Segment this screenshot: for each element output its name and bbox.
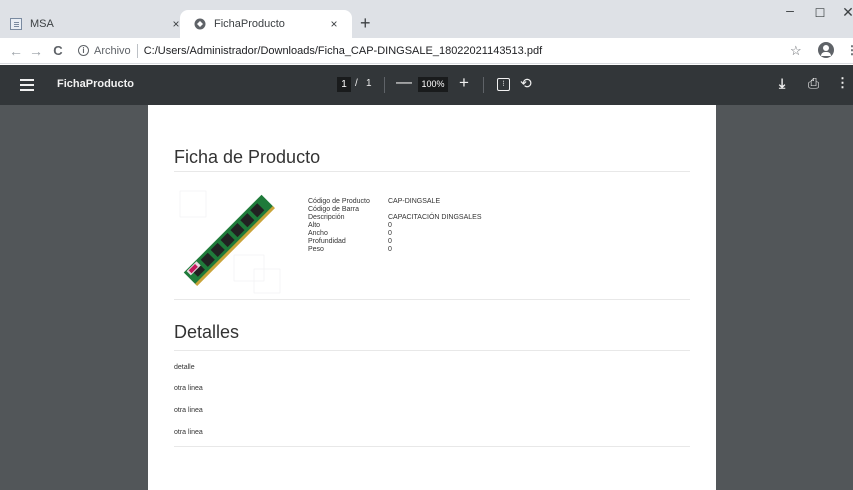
divider (174, 171, 690, 172)
ram-module-image (174, 185, 284, 295)
page-number-input[interactable]: 1 (337, 77, 351, 92)
security-label: Archivo (94, 44, 131, 57)
menu-hamburger-icon[interactable] (20, 79, 34, 91)
details-heading: Detalles (174, 322, 240, 342)
back-button[interactable]: ← (6, 43, 26, 59)
reload-button[interactable]: C (48, 43, 68, 58)
spec-value (388, 206, 481, 214)
forward-button[interactable]: → (26, 43, 46, 59)
spec-value: 0 (388, 238, 392, 245)
spec-labels: Código de Producto Código de Barra Descr… (308, 198, 370, 254)
spec-value: 0 (388, 222, 392, 229)
spec-label: Profundidad (308, 238, 346, 245)
spec-value: 0 (388, 230, 392, 237)
globe-favicon-icon (194, 18, 206, 30)
spec-label: Código de Producto (308, 198, 370, 205)
tab-close-icon[interactable]: × (326, 16, 342, 32)
browser-menu-icon[interactable]: ⋮ (846, 43, 853, 57)
close-window-button[interactable]: ✕ (838, 4, 853, 21)
divider (174, 350, 690, 351)
tab-fichaproducto[interactable]: FichaProducto × (180, 10, 352, 38)
download-icon[interactable]: ⤓ (779, 75, 785, 92)
tab-msa[interactable]: MSA × (10, 10, 190, 38)
spec-value: 0 (388, 246, 392, 253)
spec-label: Ancho (308, 230, 328, 237)
zoom-out-button[interactable]: — (396, 74, 412, 92)
account-icon[interactable] (818, 42, 834, 58)
pdf-viewer[interactable]: Ficha de Producto Código de Producto Cód… (0, 105, 853, 490)
more-options-icon[interactable]: ⋮ (836, 75, 849, 91)
tab-strip: MSA × FichaProducto × + – ☐ ✕ (0, 0, 853, 38)
detail-line: otra linea (174, 407, 203, 414)
product-heading: Ficha de Producto (174, 147, 321, 167)
spec-value: CAP-DINGSALE (388, 198, 441, 205)
divider (174, 299, 690, 300)
detail-line: detalle (174, 364, 195, 371)
toolbar-divider (384, 77, 385, 93)
fit-to-page-icon[interactable]: ⁝ (497, 78, 510, 91)
address-toolbar: ← → C i Archivo C:/Users/Administrador/D… (0, 38, 853, 64)
print-icon[interactable]: ⎙ (808, 75, 819, 92)
zoom-input[interactable]: 100% (418, 77, 448, 92)
tab-title: MSA (30, 18, 54, 30)
spec-label: Descripción (308, 214, 345, 221)
address-separator (136, 43, 138, 58)
new-tab-button[interactable]: + (360, 13, 371, 33)
bookmark-star-icon[interactable]: ☆ (790, 43, 802, 59)
spec-label: Peso (308, 246, 324, 253)
page-separator: / (355, 78, 358, 89)
info-icon[interactable]: i (78, 45, 89, 56)
spec-values: CAP-DINGSALE CAPACITACIÓN DINGSALES 0 0 … (388, 198, 481, 254)
rotate-icon[interactable]: ⟲ (520, 75, 532, 92)
maximize-button[interactable]: ☐ (810, 6, 830, 20)
toolbar-divider (483, 77, 484, 93)
browser-window: MSA × FichaProducto × + – ☐ ✕ ← → C i Ar… (0, 0, 853, 490)
divider (174, 446, 690, 447)
spec-value: CAPACITACIÓN DINGSALES (388, 214, 482, 221)
document-favicon-icon (10, 18, 22, 30)
pdf-page: Ficha de Producto Código de Producto Cód… (148, 105, 716, 490)
detail-line: otra linea (174, 429, 203, 436)
minimize-button[interactable]: – (780, 2, 800, 18)
pdf-title: FichaProducto (57, 78, 135, 90)
zoom-in-button[interactable]: + (459, 73, 469, 93)
detail-line: otra linea (174, 385, 203, 392)
spec-label: Código de Barra (308, 206, 359, 213)
pdf-toolbar: FichaProducto 1 / 1 — 100% + ⁝ ⟲ ⤓ ⎙ ⋮ (0, 65, 853, 105)
spec-label: Alto (308, 222, 321, 229)
url-input[interactable]: C:/Users/Administrador/Downloads/Ficha_C… (144, 45, 542, 57)
page-total: 1 (366, 78, 372, 89)
